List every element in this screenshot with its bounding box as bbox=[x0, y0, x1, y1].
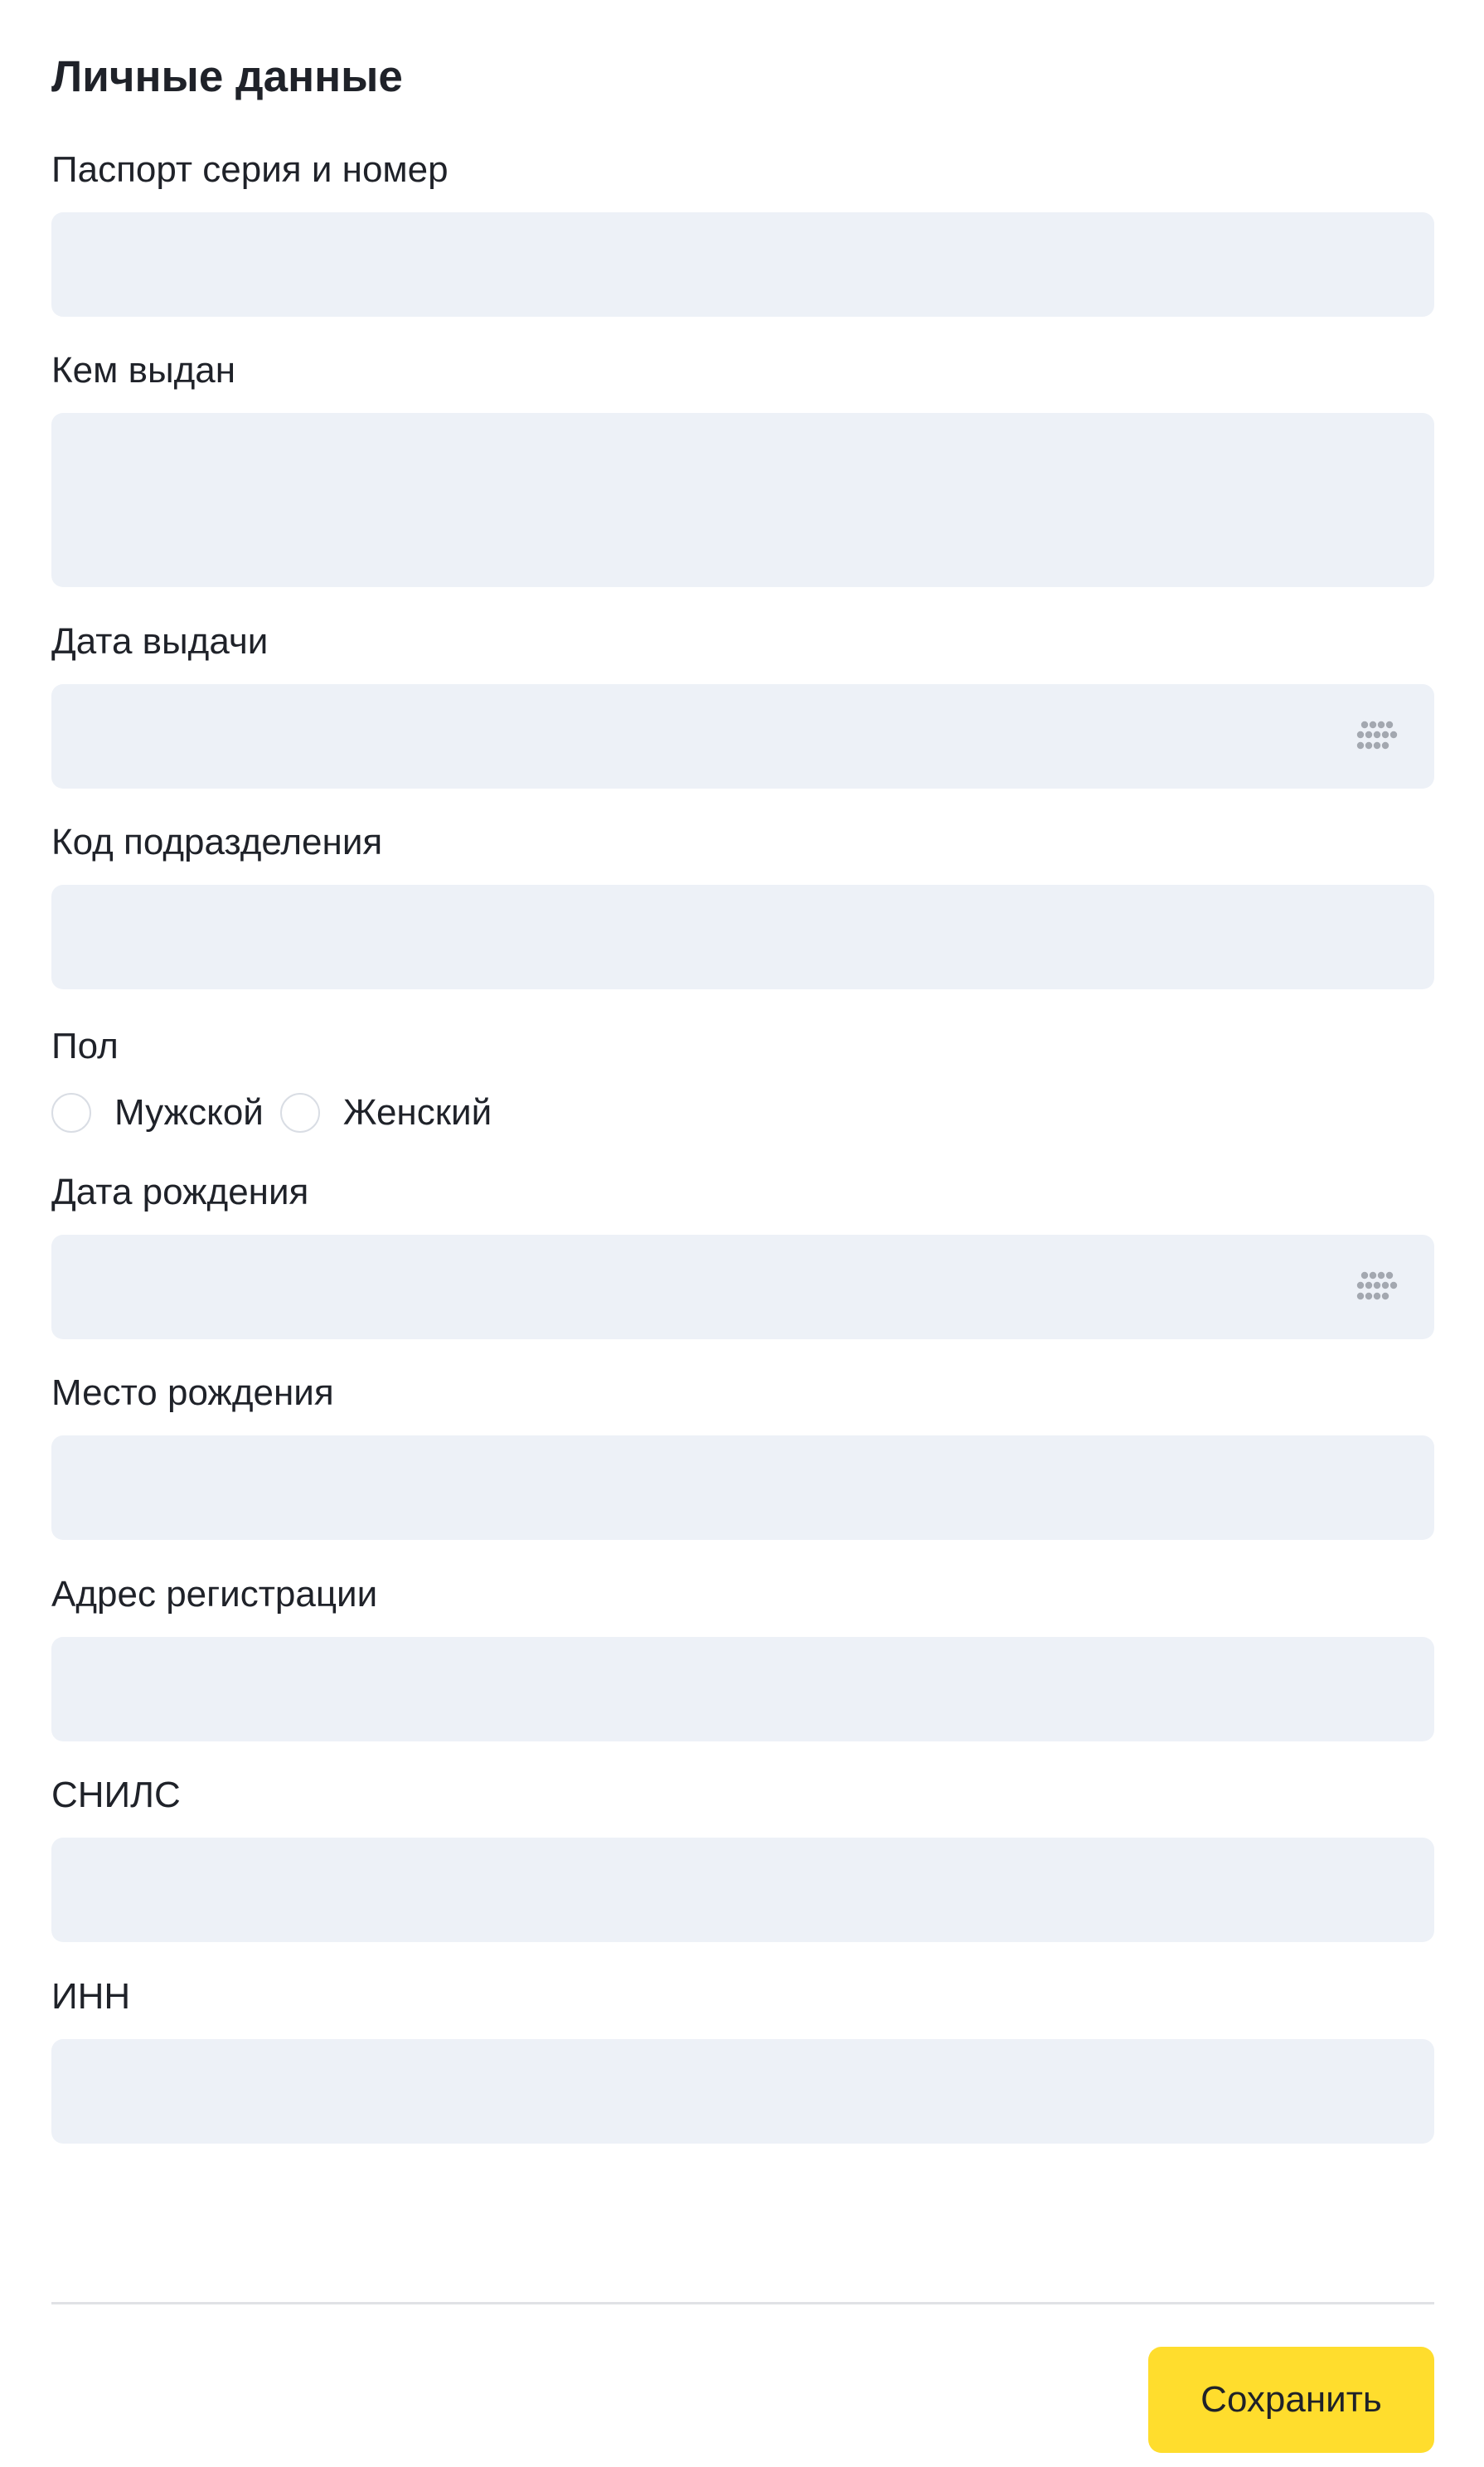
division-code-label: Код подразделения bbox=[51, 822, 383, 862]
registration-address-input[interactable] bbox=[51, 1637, 1434, 1741]
birth-date-input[interactable] bbox=[51, 1235, 1434, 1339]
radio-label: Мужской bbox=[114, 1092, 264, 1133]
birth-date-field bbox=[51, 1235, 1434, 1339]
birth-date-label: Дата рождения bbox=[51, 1172, 309, 1212]
save-button[interactable]: Сохранить bbox=[1148, 2347, 1434, 2453]
page-title: Личные данные bbox=[51, 52, 403, 101]
page: Личные данные Паспорт серия и номер Кем … bbox=[0, 0, 1484, 2467]
division-code-input[interactable] bbox=[51, 885, 1434, 989]
issued-by-textarea[interactable] bbox=[51, 413, 1434, 587]
gender-label: Пол bbox=[51, 1026, 119, 1066]
registration-address-label: Адрес регистрации bbox=[51, 1574, 378, 1615]
radio-button[interactable] bbox=[279, 1093, 320, 1133]
birth-place-label: Место рождения bbox=[51, 1372, 334, 1413]
issued-by-label: Кем выдан bbox=[51, 350, 236, 391]
issue-date-input[interactable] bbox=[51, 684, 1434, 789]
inn-input[interactable] bbox=[51, 2039, 1434, 2144]
footer-divider bbox=[51, 2302, 1434, 2304]
radio-label: Женский bbox=[342, 1092, 492, 1133]
gender-option-male[interactable]: Мужской bbox=[51, 1089, 264, 1137]
snils-input[interactable] bbox=[51, 1838, 1434, 1942]
radio-button[interactable] bbox=[51, 1093, 91, 1133]
issue-date-field bbox=[51, 684, 1434, 789]
birth-place-input[interactable] bbox=[51, 1435, 1434, 1540]
gender-radio-group: Мужской Женский bbox=[51, 1088, 508, 1138]
gender-option-female[interactable]: Женский bbox=[279, 1089, 492, 1137]
issue-date-label: Дата выдачи bbox=[51, 621, 269, 662]
passport-label: Паспорт серия и номер bbox=[51, 149, 449, 190]
snils-label: СНИЛС bbox=[51, 1775, 181, 1815]
calendar-dots-icon[interactable] bbox=[1356, 1271, 1399, 1303]
inn-label: ИНН bbox=[51, 1976, 131, 2017]
passport-input[interactable] bbox=[51, 212, 1434, 317]
calendar-dots-icon[interactable] bbox=[1356, 721, 1399, 752]
